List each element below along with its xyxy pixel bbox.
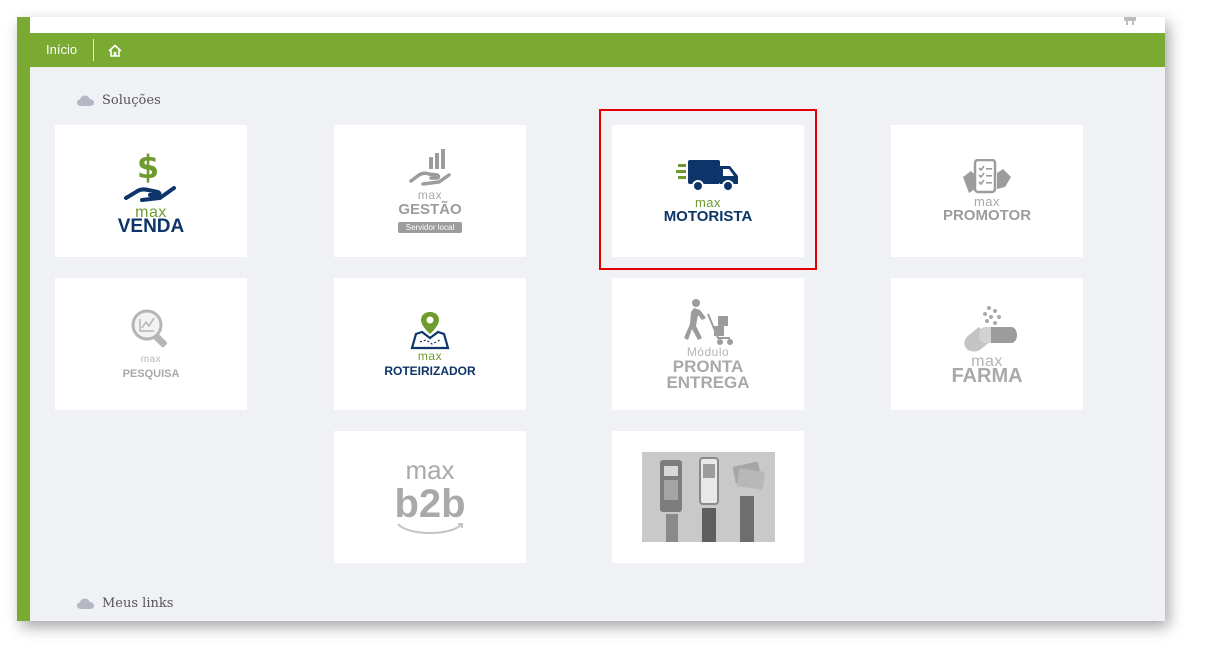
section-label: Soluções <box>102 93 161 108</box>
card-title-line2: ENTREGA <box>666 372 750 392</box>
magnifier-chart-icon <box>131 309 167 347</box>
card-title: b2b <box>394 482 466 526</box>
cloud-icon <box>77 598 94 609</box>
card-max-promotor[interactable]: max PROMOTOR <box>891 125 1083 257</box>
app-window: Início Soluções $ max VENDA max GESTÃO S… <box>17 17 1165 621</box>
home-icon[interactable] <box>108 43 122 57</box>
card-max-venda[interactable]: $ max VENDA <box>55 125 247 257</box>
card-title: VENDA <box>117 215 185 237</box>
card-title: PESQUISA <box>122 367 180 380</box>
card-prefix: max <box>973 193 1001 209</box>
section-label: Meus links <box>102 596 174 611</box>
card-title: PROMOTOR <box>942 206 1032 224</box>
card-title: FARMA <box>951 364 1023 387</box>
settings-icon[interactable] <box>1123 17 1137 25</box>
payment-methods-image <box>641 452 775 542</box>
chart-hand-icon <box>409 149 451 186</box>
card-max-roteirizador[interactable]: max ROTEIRIZADOR <box>334 278 526 410</box>
delivery-person-icon <box>684 298 733 345</box>
cloud-icon <box>77 95 94 106</box>
local-server-badge: Servidor local <box>397 222 463 233</box>
card-max-pesquisa[interactable]: max PESQUISA <box>55 278 247 410</box>
top-navbar: Início <box>30 33 1165 67</box>
solutions-section-title: Soluções <box>77 93 161 108</box>
money-hand-icon: $ <box>123 148 176 202</box>
card-prefix: max <box>417 348 443 363</box>
card-max-motorista[interactable]: max MOTORISTA <box>612 125 804 257</box>
card-max-gestao[interactable]: max GESTÃO Servidor local <box>334 125 526 257</box>
card-pronta-entrega[interactable]: Módulo PRONTA ENTREGA <box>612 278 804 410</box>
left-accent-bar <box>17 17 30 621</box>
top-strip <box>30 17 1165 33</box>
card-title: GESTÃO <box>398 201 462 218</box>
card-title: ROTEIRIZADOR <box>384 363 476 378</box>
truck-icon <box>675 159 738 192</box>
nav-home-link[interactable]: Início <box>30 39 95 61</box>
card-title: MOTORISTA <box>663 207 753 225</box>
card-prefix: max <box>405 455 455 485</box>
map-pin-icon <box>410 311 450 349</box>
card-max-farma[interactable]: max FARMA <box>891 278 1083 410</box>
phone-checklist-icon <box>963 158 1011 193</box>
card-max-b2b[interactable]: max b2b <box>334 431 526 563</box>
svg-text:$: $ <box>137 148 159 186</box>
my-links-section-title: Meus links <box>77 596 173 611</box>
card-payment-image[interactable] <box>612 431 804 563</box>
capsule-icon <box>964 305 1017 352</box>
card-prefix: max <box>140 353 162 365</box>
card-prefix: max <box>694 194 722 210</box>
